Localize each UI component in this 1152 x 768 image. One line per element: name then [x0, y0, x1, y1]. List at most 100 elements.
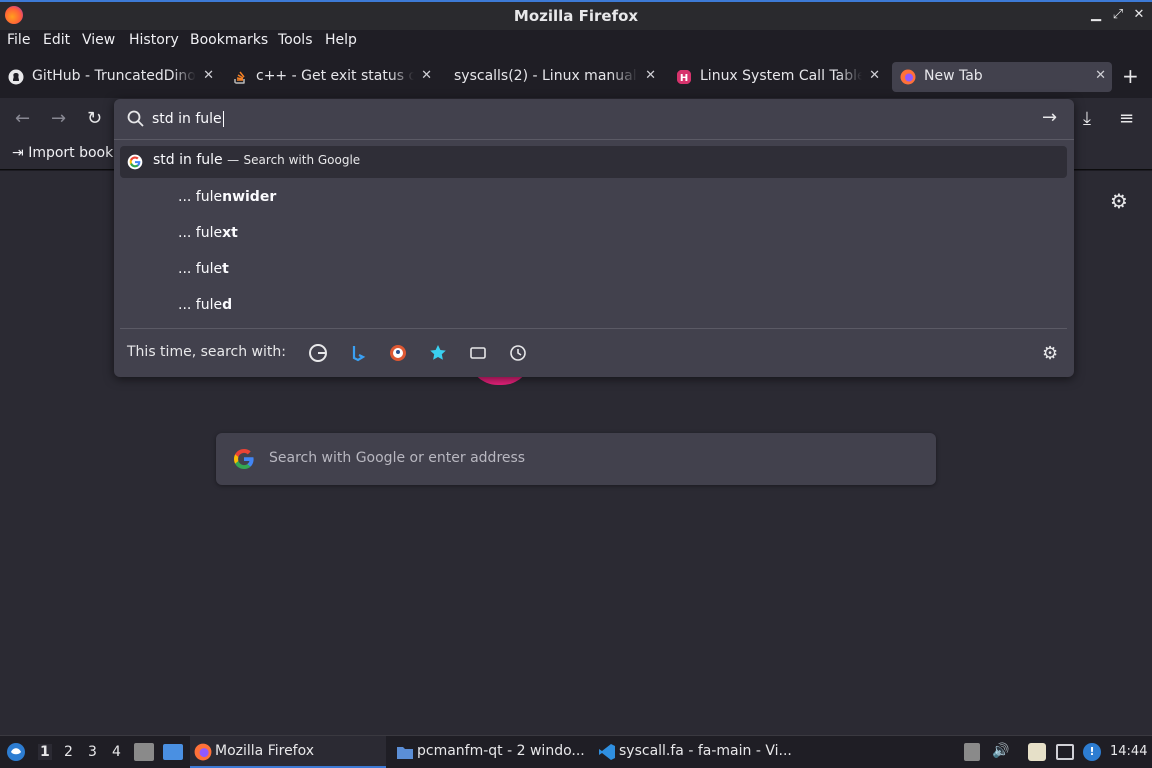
import-icon: ⇥: [12, 145, 24, 161]
urlbar-value: std in fule: [152, 111, 222, 127]
close-window-button[interactable]: ✕: [1131, 7, 1147, 23]
vscode-icon: [599, 744, 615, 760]
suggestion-completion: xt: [222, 225, 238, 241]
tab-close-icon[interactable]: ✕: [1095, 68, 1106, 83]
tab-label: GitHub - TruncatedDinosour: [32, 68, 196, 84]
text-caret: [222, 111, 224, 127]
start-menu-icon[interactable]: [6, 742, 26, 762]
menu-bookmarks[interactable]: Bookmarks: [190, 32, 268, 48]
new-tab-button[interactable]: +: [1122, 64, 1139, 88]
tab-label: Linux System Call Table for: [700, 68, 862, 84]
suggestion-item[interactable]: ... fulet: [120, 254, 1067, 286]
suggestion-prefix: ... fule: [178, 297, 223, 313]
suggestion-completion: d: [222, 297, 233, 313]
google-icon: [127, 154, 143, 170]
suggestion-prefix: ... fule: [178, 225, 223, 241]
workspace-3[interactable]: 3: [88, 744, 97, 760]
heuristic-result[interactable]: std in fule — Search with Google: [120, 146, 1067, 178]
firefox-icon: [194, 743, 212, 761]
task-vscode[interactable]: syscall.fa - fa-main - Vi...: [594, 736, 792, 768]
tray-updates-icon[interactable]: [964, 743, 980, 761]
divider: [120, 328, 1067, 329]
search-settings-gear-icon[interactable]: ⚙: [1042, 343, 1058, 364]
task-label: syscall.fa - fa-main - Vi...: [619, 743, 792, 759]
tab-bar: GitHub - TruncatedDinosour ✕ c++ - Get e…: [0, 54, 1152, 98]
github-icon: [8, 69, 24, 85]
bing-icon[interactable]: [348, 343, 368, 363]
notification-icon[interactable]: !: [1083, 743, 1101, 761]
back-button[interactable]: ←: [15, 108, 30, 130]
firefox-icon: [900, 69, 916, 85]
menu-help[interactable]: Help: [325, 32, 357, 48]
clock: 14:44: [1110, 744, 1148, 759]
menu-bar: File Edit View History Bookmarks Tools H…: [0, 30, 1152, 54]
desktop-launcher-icon[interactable]: [163, 744, 183, 760]
tab-stackoverflow[interactable]: c++ - Get exit status of a ✕: [224, 62, 438, 92]
bookmarks-icon[interactable]: [428, 343, 448, 363]
app-menu-button[interactable]: ≡: [1119, 108, 1134, 130]
task-pcmanfm[interactable]: pcmanfm-qt - 2 windo...: [392, 736, 588, 768]
suggestion-item[interactable]: ... fuled: [120, 290, 1067, 322]
forward-button[interactable]: →: [51, 108, 66, 130]
go-arrow-icon[interactable]: →: [1042, 107, 1057, 128]
search-with-label: This time, search with:: [127, 344, 286, 360]
heuristic-query: std in fule: [153, 152, 223, 168]
history-icon[interactable]: [508, 343, 528, 363]
suggestion-prefix: ... fule: [178, 189, 223, 205]
import-bookmarks-button[interactable]: ⇥ Import book: [12, 145, 113, 161]
tab-github[interactable]: GitHub - TruncatedDinosour ✕: [0, 62, 220, 92]
tab-new-tab[interactable]: New Tab ✕: [892, 62, 1112, 92]
workspace-4[interactable]: 4: [112, 744, 121, 760]
reload-button[interactable]: ↻: [87, 108, 102, 130]
suggestion-item[interactable]: ... fulenwider: [120, 182, 1067, 214]
suggestion-completion: nwider: [222, 189, 277, 205]
urlbar-panel: std in fule → std in fule — Search with …: [114, 99, 1074, 377]
tab-syscalls[interactable]: syscalls(2) - Linux manual page ✕: [446, 62, 662, 92]
urlbar-input[interactable]: std in fule: [152, 109, 1032, 129]
menu-history[interactable]: History: [129, 32, 179, 48]
import-bookmarks-label: Import book: [28, 145, 114, 161]
tabs-icon[interactable]: [468, 343, 488, 363]
clipboard-icon[interactable]: [1028, 743, 1046, 761]
duckduckgo-icon[interactable]: [388, 343, 408, 363]
divider: [114, 139, 1074, 140]
tab-close-icon[interactable]: ✕: [869, 68, 880, 83]
stackoverflow-icon: [234, 71, 245, 84]
minimize-button[interactable]: ▁: [1088, 7, 1104, 23]
system-taskbar: 1 2 3 4 Mozilla Firefox pcmanfm-qt - 2 w…: [0, 735, 1152, 768]
tab-syscall-table[interactable]: H Linux System Call Table for ✕: [668, 62, 886, 92]
maximize-button[interactable]: ⤢: [1110, 7, 1126, 23]
content-search-placeholder: Search with Google or enter address: [269, 450, 526, 466]
window-title: Mozilla Firefox: [513, 7, 639, 25]
search-icon: [127, 110, 144, 127]
workspace-2[interactable]: 2: [64, 744, 73, 760]
tab-close-icon[interactable]: ✕: [421, 68, 432, 83]
tab-close-icon[interactable]: ✕: [645, 68, 656, 83]
task-firefox[interactable]: Mozilla Firefox: [190, 736, 386, 768]
heuristic-dash: —: [227, 153, 240, 167]
folder-icon: [397, 747, 413, 759]
tab-label: New Tab: [924, 68, 983, 84]
downloads-button[interactable]: ⤓: [1083, 108, 1091, 130]
menu-view[interactable]: View: [82, 32, 115, 48]
volume-icon[interactable]: 🔊: [992, 743, 1009, 759]
content-search-box[interactable]: Search with Google or enter address: [216, 433, 936, 485]
menu-file[interactable]: File: [7, 32, 30, 48]
network-icon[interactable]: [1056, 744, 1074, 760]
tab-label: c++ - Get exit status of a: [256, 68, 414, 84]
tab-label: syscalls(2) - Linux manual page: [454, 68, 638, 84]
workspace-1[interactable]: 1: [38, 744, 52, 760]
suggestion-item[interactable]: ... fulext: [120, 218, 1067, 250]
tab-close-icon[interactable]: ✕: [203, 68, 214, 83]
heuristic-action: Search with Google: [243, 153, 361, 167]
svg-text:H: H: [680, 73, 688, 84]
google-engine-icon[interactable]: [308, 343, 328, 363]
task-label: Mozilla Firefox: [215, 743, 315, 759]
menu-tools[interactable]: Tools: [278, 32, 313, 48]
customize-gear-icon[interactable]: ⚙: [1110, 189, 1128, 213]
hashnode-icon: H: [677, 70, 691, 84]
menu-edit[interactable]: Edit: [43, 32, 70, 48]
window-titlebar: Mozilla Firefox ▁ ⤢ ✕: [0, 0, 1152, 30]
google-icon: [234, 449, 254, 469]
file-manager-launcher-icon[interactable]: [134, 743, 154, 761]
